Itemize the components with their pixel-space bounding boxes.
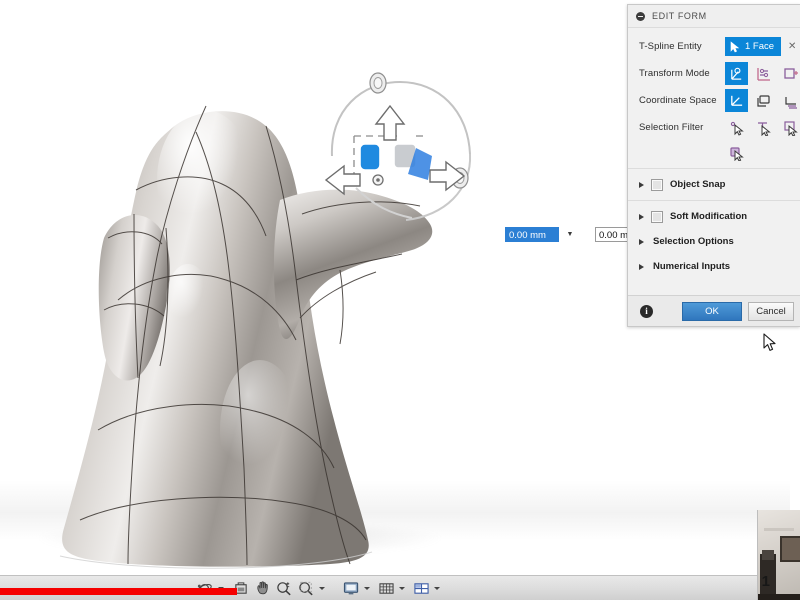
- chevron-right-icon[interactable]: [639, 213, 644, 220]
- section-selection-options[interactable]: Selection Options: [628, 229, 800, 254]
- arrow-left-handle[interactable]: [324, 164, 361, 196]
- move-gizmo-icon[interactable]: [725, 62, 748, 85]
- row-transform-mode: Transform Mode: [628, 60, 800, 87]
- viewport-right-gutter: [790, 352, 800, 512]
- label-t-spline-entity: T-Spline Entity: [639, 41, 702, 52]
- info-icon[interactable]: i: [640, 304, 653, 318]
- selection-chip[interactable]: 1 Face: [725, 37, 782, 56]
- rotation-knob-top[interactable]: [369, 72, 387, 94]
- row-selection-filter-2: [628, 141, 800, 165]
- object-snap-checkbox[interactable]: [651, 178, 663, 191]
- gizmo-pivot-dot: [376, 178, 380, 182]
- controls-selection-filter: [725, 116, 800, 139]
- webcam-shelf: [764, 528, 794, 531]
- local-space-icon[interactable]: [779, 89, 800, 112]
- label-selection-filter: Selection Filter: [639, 122, 704, 133]
- distance-primary-dropdown[interactable]: ▼: [563, 227, 577, 242]
- webcam-object-top: [762, 550, 774, 560]
- model-highlight-top: [157, 110, 253, 250]
- world-space-axes-icon[interactable]: [725, 89, 748, 112]
- view-space-icon[interactable]: [752, 89, 775, 112]
- label-transform-mode: Transform Mode: [639, 68, 710, 79]
- divider-1: [628, 168, 800, 169]
- distance-input-primary[interactable]: 0.00 mm: [505, 226, 559, 242]
- select-edge-icon[interactable]: [752, 116, 775, 139]
- divider-2: [628, 200, 800, 201]
- arrow-cursor-icon: [730, 40, 740, 52]
- clear-selection-icon[interactable]: ✕: [788, 41, 796, 52]
- section-object-snap[interactable]: Object Snap: [628, 172, 800, 197]
- chevron-right-icon[interactable]: [639, 238, 644, 245]
- controls-coordinate-space: [725, 89, 800, 112]
- arrow-up-handle[interactable]: [374, 104, 406, 141]
- cancel-button[interactable]: Cancel: [748, 301, 794, 321]
- chevron-right-icon[interactable]: [639, 263, 644, 270]
- overlay-counter: 1: [761, 573, 770, 590]
- rotation-ring-left[interactable]: [355, 187, 413, 219]
- row-t-spline-entity: T-Spline Entity 1 Face ✕: [628, 33, 800, 60]
- collapse-minus-icon[interactable]: [636, 11, 645, 21]
- select-face-icon[interactable]: [779, 116, 800, 139]
- webcam-picture-frame: [780, 536, 800, 562]
- transform-axes-icon[interactable]: [752, 62, 775, 85]
- dialog-header[interactable]: EDIT FORM: [628, 5, 800, 28]
- soft-modification-checkbox[interactable]: [651, 210, 663, 223]
- section-label-numerical-inputs: Numerical Inputs: [653, 261, 731, 272]
- label-coordinate-space: Coordinate Space: [639, 95, 717, 106]
- dialog-title: EDIT FORM: [652, 11, 707, 21]
- plane-handle-blue[interactable]: [359, 143, 381, 171]
- select-vertex-icon[interactable]: [725, 116, 748, 139]
- controls-transform-mode: [725, 62, 800, 85]
- render-progress-bar: [0, 588, 237, 595]
- mouse-cursor: [763, 333, 776, 351]
- chevron-right-icon[interactable]: [639, 181, 644, 188]
- transform-manipulator[interactable]: [320, 70, 500, 230]
- section-soft-modification[interactable]: Soft Modification: [628, 204, 800, 229]
- app-window: 0.00 mm ▼ 0.00 mm ▼ EDIT FORM T-Spline E…: [0, 0, 800, 600]
- section-label-object-snap: Object Snap: [670, 179, 726, 190]
- edit-form-dialog[interactable]: EDIT FORM T-Spline Entity 1 Face ✕ Trans…: [627, 4, 800, 327]
- webcam-floor: [758, 594, 800, 600]
- model-highlight-low: [220, 360, 300, 500]
- dialog-footer: i OK Cancel: [628, 295, 800, 326]
- transform-screen-icon[interactable]: [779, 62, 800, 85]
- row-coordinate-space: Coordinate Space: [628, 87, 800, 114]
- section-label-soft-modification: Soft Modification: [670, 211, 748, 222]
- controls-selection-filter-2: [725, 142, 748, 165]
- controls-t-spline-entity: 1 Face ✕: [725, 37, 796, 56]
- body-bottom-spacer: [628, 279, 800, 293]
- dialog-body: T-Spline Entity 1 Face ✕ Transform Mode: [628, 28, 800, 295]
- section-label-selection-options: Selection Options: [653, 236, 734, 247]
- selection-chip-label: 1 Face: [745, 41, 775, 52]
- row-selection-filter: Selection Filter: [628, 114, 800, 141]
- ok-button[interactable]: OK: [682, 301, 742, 321]
- section-numerical-inputs[interactable]: Numerical Inputs: [628, 254, 800, 279]
- select-body-icon[interactable]: [725, 142, 748, 165]
